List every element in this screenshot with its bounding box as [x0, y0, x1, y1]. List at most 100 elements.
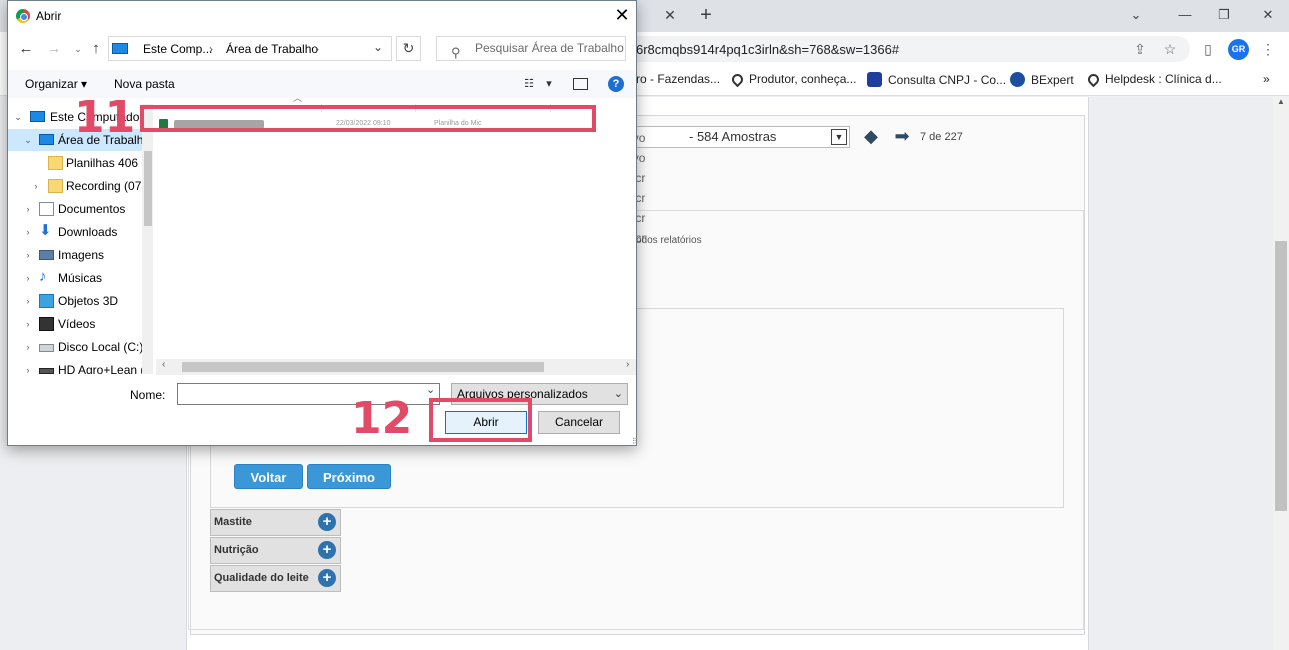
plus-icon[interactable]: + — [318, 513, 336, 531]
open-file-dialog: Abrir ✕ ← → ⌄ ↑ Este Comp... › Área de T… — [7, 0, 638, 446]
bookmark-item[interactable]: ro - Fazendas... — [636, 72, 720, 86]
bookmarks-overflow-icon[interactable]: » — [1263, 72, 1270, 86]
tree-item-documentos[interactable]: › Documentos — [8, 198, 153, 220]
menu-kebab-icon[interactable]: ⋮ — [1259, 40, 1277, 58]
tree-label: Músicas — [58, 271, 103, 285]
bookmark-item[interactable]: Produtor, conheça... — [729, 71, 856, 87]
preview-pane-icon[interactable] — [573, 78, 588, 90]
bookmark-item[interactable]: Helpdesk : Clínica d... — [1085, 71, 1222, 87]
tree-scrollbar[interactable] — [142, 104, 153, 374]
accordion-mastite[interactable]: Mastite + — [210, 509, 341, 536]
organize-menu[interactable]: Organizar ▾ — [25, 77, 87, 91]
new-folder-button[interactable]: Nova pasta — [114, 77, 175, 91]
accordion-nutricao[interactable]: Nutrição + — [210, 537, 341, 564]
tree-item-recording[interactable]: › Recording (07- — [8, 175, 153, 197]
tree-item-musicas[interactable]: › ♪ Músicas — [8, 267, 153, 289]
up-arrow-icon[interactable]: ↑ — [86, 39, 106, 59]
scroll-right-arrow-icon[interactable]: › — [626, 359, 629, 370]
cancel-button[interactable]: Cancelar — [538, 411, 620, 434]
expand-chevron-icon[interactable]: › — [22, 336, 34, 358]
chrome-logo-icon — [16, 9, 30, 23]
tree-label: Disco Local (C:) — [58, 340, 144, 354]
expand-chevron-icon[interactable]: › — [22, 198, 34, 220]
accordion-qualidade-leite[interactable]: Qualidade do leite + — [210, 565, 341, 592]
globe-icon — [1010, 72, 1025, 87]
scroll-up-arrow-icon[interactable]: ▲ — [1276, 97, 1286, 111]
expand-chevron-icon[interactable]: › — [30, 175, 42, 197]
window-close-button[interactable]: ✕ — [1258, 5, 1278, 25]
cube-icon — [39, 294, 54, 308]
accordion-label: Mastite — [214, 516, 252, 528]
tree-item-disco-local[interactable]: › Disco Local (C:) — [8, 336, 153, 358]
bookmark-item[interactable]: BExpert — [1010, 72, 1074, 87]
tree-item-objetos-3d[interactable]: › Objetos 3D — [8, 290, 153, 312]
scroll-left-arrow-icon[interactable]: ‹ — [162, 359, 165, 370]
chevron-down-icon[interactable]: ▾ — [541, 77, 557, 91]
chevron-down-icon[interactable]: ⌄ — [373, 40, 383, 54]
drive-icon — [39, 368, 54, 374]
expand-chevron-icon[interactable]: ⌄ — [12, 106, 24, 128]
dialog-titlebar[interactable]: Abrir ✕ — [8, 1, 636, 31]
expand-chevron-icon[interactable]: › — [22, 244, 34, 266]
chevron-down-icon: ▼ — [831, 129, 847, 145]
accordion-label: Nutrição — [214, 544, 259, 556]
flag-icon — [867, 72, 882, 87]
samples-label: - 584 Amostras — [689, 129, 777, 144]
tree-label: Imagens — [58, 248, 105, 262]
tree-item-videos[interactable]: › Vídeos — [8, 313, 153, 335]
chevron-down-icon[interactable]: ⌄ — [426, 383, 435, 396]
new-tab-button[interactable]: + — [697, 4, 715, 26]
profile-avatar[interactable]: GR — [1228, 39, 1249, 60]
refresh-button[interactable]: ↻ — [396, 36, 421, 61]
sort-caret-icon: ︿ — [293, 93, 303, 103]
next-button[interactable]: Próximo — [307, 464, 391, 489]
help-icon[interactable]: ? — [608, 76, 624, 92]
breadcrumb-area-de-trabalho[interactable]: Área de Trabalho — [226, 42, 318, 56]
back-button[interactable]: Voltar — [234, 464, 303, 489]
tree-item-planilhas[interactable]: Planilhas 406 o — [8, 152, 153, 174]
plus-icon[interactable]: + — [318, 569, 336, 587]
tree-scroll-thumb[interactable] — [144, 151, 152, 226]
next-arrow-icon[interactable]: ➡ — [893, 127, 911, 145]
view-options-icon[interactable]: ☷ — [521, 77, 537, 91]
chevron-down-icon: ⌄ — [613, 388, 623, 400]
tab-close-icon[interactable]: ✕ — [663, 7, 677, 23]
expand-chevron-icon[interactable]: › — [22, 359, 34, 374]
url-text[interactable]: 6r8cmqbs914r4pq1c3irln&sh=768&sw=1366# — [636, 42, 899, 57]
search-input[interactable]: ⚲ Pesquisar Área de Trabalho — [436, 36, 626, 61]
tree-label: Documentos — [58, 202, 126, 216]
page-scroll-thumb[interactable] — [1275, 241, 1287, 511]
back-arrow-icon[interactable]: ← — [16, 39, 36, 59]
samples-select[interactable]: - 584 Amostras ▼ — [636, 126, 850, 148]
path-breadcrumb[interactable]: Este Comp... › Área de Trabalho › ⌄ — [108, 36, 392, 61]
bookmark-item[interactable]: Consulta CNPJ - Co... — [867, 72, 1006, 87]
expand-chevron-icon[interactable]: › — [22, 290, 34, 312]
expand-chevron-icon[interactable]: › — [22, 267, 34, 289]
tree-item-downloads[interactable]: › ⬇ Downloads — [8, 221, 153, 243]
plus-icon[interactable]: + — [318, 541, 336, 559]
tree-item-hd-agro-lean[interactable]: › HD Agro+Lean ( — [8, 359, 153, 374]
search-icon: ⚲ — [451, 45, 461, 60]
hscroll-thumb[interactable] — [182, 362, 544, 372]
dialog-close-button[interactable]: ✕ — [611, 5, 633, 27]
bookmark-star-icon[interactable]: ☆ — [1161, 40, 1179, 58]
expand-chevron-icon[interactable]: ⌄ — [22, 129, 34, 151]
expand-chevron-icon[interactable]: › — [22, 313, 34, 335]
previous-arrow-icon[interactable]: ◆ — [862, 127, 880, 145]
breadcrumb-este-computador[interactable]: Este Comp... — [143, 42, 212, 56]
tree-item-imagens[interactable]: › Imagens — [8, 244, 153, 266]
resize-grip-icon[interactable]: ⠿ — [632, 437, 638, 446]
open-button-highlight — [429, 398, 532, 442]
breadcrumb-separator-icon: › — [315, 42, 319, 56]
expand-chevron-icon[interactable]: › — [22, 221, 34, 243]
tree-label: Recording (07- — [66, 179, 146, 193]
tab-search-chevron-icon[interactable]: ⌄ — [1126, 5, 1146, 25]
forward-arrow-icon[interactable]: → — [44, 39, 64, 59]
recent-locations-chevron-icon[interactable]: ⌄ — [68, 39, 88, 59]
side-panel-icon[interactable]: ▯ — [1199, 40, 1217, 58]
restore-button[interactable]: ❐ — [1214, 5, 1234, 25]
minimize-button[interactable]: — — [1175, 5, 1195, 25]
navigation-tree: ⌄ Este Computador ⌄ Área de Trabalho Pla… — [8, 104, 153, 374]
share-icon[interactable]: ⇪ — [1131, 40, 1149, 58]
tree-label: Downloads — [58, 225, 118, 239]
